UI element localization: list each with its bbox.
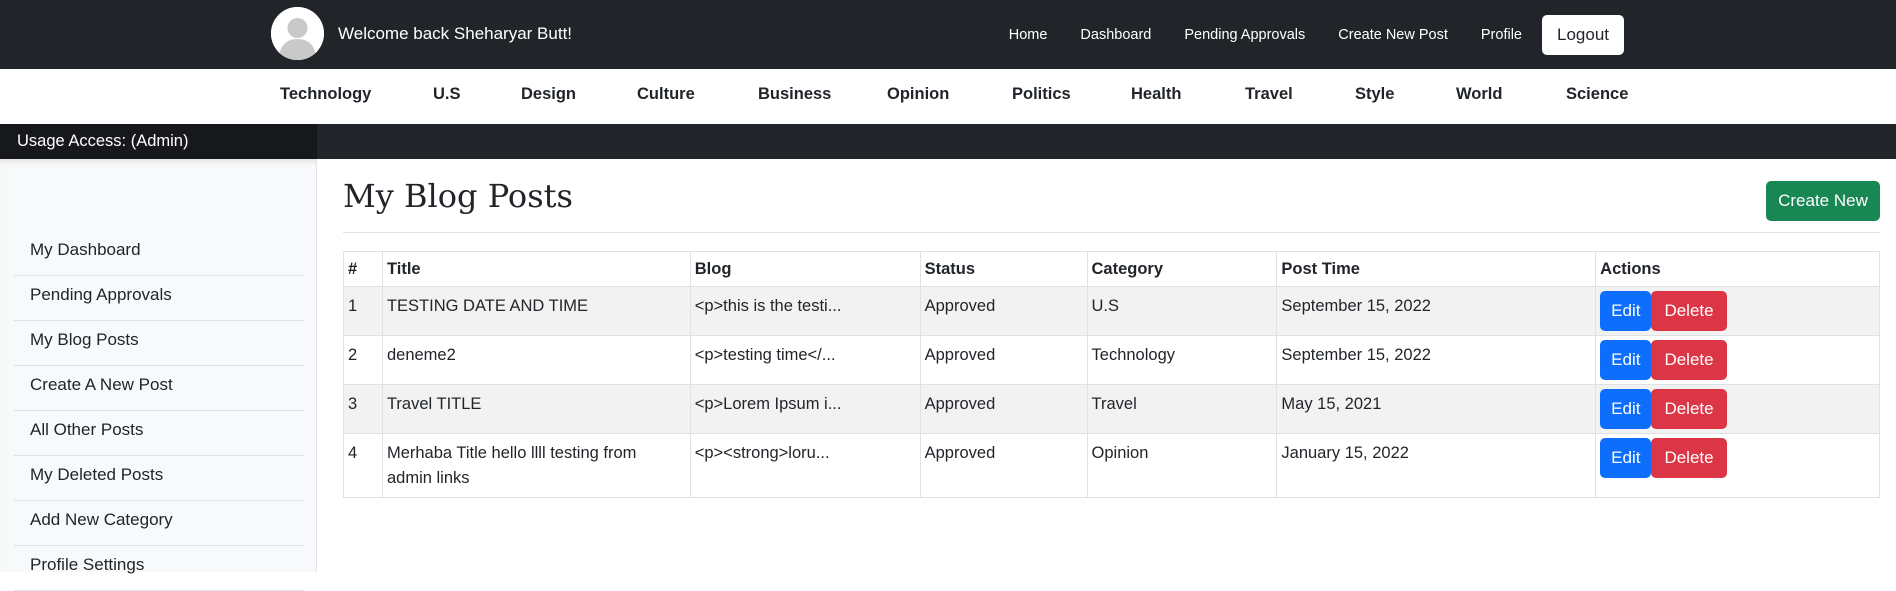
cell-status: Approved — [919, 384, 1088, 434]
cell-status: Approved — [919, 286, 1088, 336]
column-header-title: Title — [381, 251, 691, 287]
cell-actions: Edit Delete — [1595, 433, 1880, 498]
sidebar-item-create-new-post[interactable]: Create A New Post — [14, 366, 304, 411]
category-culture[interactable]: Culture — [637, 85, 695, 104]
delete-button[interactable]: Delete — [1651, 291, 1727, 331]
cell-actions: Edit Delete — [1595, 335, 1880, 385]
category-style[interactable]: Style — [1355, 85, 1394, 104]
edit-button[interactable]: Edit — [1600, 438, 1652, 478]
nav-create-new-post-link[interactable]: Create New Post — [1338, 27, 1448, 43]
cell-post-time: September 15, 2022 — [1276, 335, 1597, 385]
cell-category: Travel — [1086, 384, 1278, 434]
category-us[interactable]: U.S — [433, 85, 461, 104]
category-opinion[interactable]: Opinion — [887, 85, 949, 104]
category-health[interactable]: Health — [1131, 85, 1181, 104]
sidebar-item-my-dashboard[interactable]: My Dashboard — [14, 231, 304, 276]
cell-number: 2 — [343, 335, 383, 385]
delete-button[interactable]: Delete — [1651, 438, 1727, 478]
category-technology[interactable]: Technology — [280, 85, 371, 104]
page-title: My Blog Posts — [343, 177, 573, 215]
cell-status: Approved — [919, 433, 1088, 498]
sidebar-item-profile-settings[interactable]: Profile Settings — [14, 546, 304, 591]
edit-button[interactable]: Edit — [1600, 340, 1652, 380]
category-business[interactable]: Business — [758, 85, 831, 104]
table-row: 2 deneme2 <p>testing time</... Approved … — [343, 335, 1880, 385]
column-header-status: Status — [919, 251, 1088, 287]
cell-actions: Edit Delete — [1595, 286, 1880, 336]
cell-number: 3 — [343, 384, 383, 434]
sidebar-item-all-other-posts[interactable]: All Other Posts — [14, 411, 304, 456]
cell-blog: <p>Lorem Ipsum i... — [689, 384, 921, 434]
usage-access-label: Usage Access: (Admin) — [0, 124, 317, 159]
sidebar-item-pending-approvals[interactable]: Pending Approvals — [14, 276, 304, 321]
category-travel[interactable]: Travel — [1245, 85, 1293, 104]
category-world[interactable]: World — [1456, 85, 1502, 104]
table-header-row: # Title Blog Status Category Post Time A… — [343, 251, 1880, 287]
logout-button[interactable]: Logout — [1542, 15, 1624, 55]
column-header-number: # — [343, 251, 383, 287]
welcome-message: Welcome back Sheharyar Butt! — [338, 24, 573, 43]
cell-title: Merhaba Title hello llll testing from ad… — [381, 433, 691, 498]
cell-status: Approved — [919, 335, 1088, 385]
cell-category: U.S — [1086, 286, 1278, 336]
top-navbar: Welcome back Sheharyar Butt! Home Dashbo… — [0, 0, 1896, 69]
cell-blog: <p>testing time</... — [689, 335, 921, 385]
sidebar-item-my-blog-posts[interactable]: My Blog Posts — [14, 321, 304, 366]
nav-profile-link[interactable]: Profile — [1481, 27, 1522, 43]
table-row: 3 Travel TITLE <p>Lorem Ipsum i... Appro… — [343, 384, 1880, 434]
user-avatar-icon[interactable] — [271, 7, 324, 60]
table-row: 1 TESTING DATE AND TIME <p>this is the t… — [343, 286, 1880, 336]
column-header-post-time: Post Time — [1276, 251, 1597, 287]
nav-home-link[interactable]: Home — [1009, 27, 1048, 43]
cell-category: Technology — [1086, 335, 1278, 385]
cell-number: 1 — [343, 286, 383, 336]
edit-button[interactable]: Edit — [1600, 291, 1652, 331]
category-design[interactable]: Design — [521, 85, 576, 104]
table-row: 4 Merhaba Title hello llll testing from … — [343, 433, 1880, 498]
category-science[interactable]: Science — [1566, 85, 1628, 104]
cell-category: Opinion — [1086, 433, 1278, 498]
nav-pending-approvals-link[interactable]: Pending Approvals — [1184, 27, 1305, 43]
nav-dashboard-link[interactable]: Dashboard — [1080, 27, 1151, 43]
blog-posts-table: # Title Blog Status Category Post Time A… — [343, 251, 1880, 498]
column-header-blog: Blog — [689, 251, 921, 287]
top-nav-links: Home Dashboard Pending Approvals Create … — [976, 15, 1624, 55]
cell-post-time: May 15, 2021 — [1276, 384, 1597, 434]
cell-title: deneme2 — [381, 335, 691, 385]
cell-number: 4 — [343, 433, 383, 498]
title-divider — [343, 232, 1880, 233]
category-politics[interactable]: Politics — [1012, 85, 1071, 104]
column-header-actions: Actions — [1595, 251, 1880, 287]
create-new-button[interactable]: Create New — [1766, 181, 1880, 221]
edit-button[interactable]: Edit — [1600, 389, 1652, 429]
cell-blog: <p>this is the testi... — [689, 286, 921, 336]
sidebar-menu: My Dashboard Pending Approvals My Blog P… — [14, 231, 304, 591]
delete-button[interactable]: Delete — [1651, 389, 1727, 429]
cell-title: TESTING DATE AND TIME — [381, 286, 691, 336]
sidebar-item-add-new-category[interactable]: Add New Category — [14, 501, 304, 546]
delete-button[interactable]: Delete — [1651, 340, 1727, 380]
column-header-category: Category — [1086, 251, 1278, 287]
cell-post-time: January 15, 2022 — [1276, 433, 1597, 498]
cell-post-time: September 15, 2022 — [1276, 286, 1597, 336]
cell-blog: <p><strong>loru... — [689, 433, 921, 498]
cell-actions: Edit Delete — [1595, 384, 1880, 434]
cell-title: Travel TITLE — [381, 384, 691, 434]
sidebar-item-my-deleted-posts[interactable]: My Deleted Posts — [14, 456, 304, 501]
